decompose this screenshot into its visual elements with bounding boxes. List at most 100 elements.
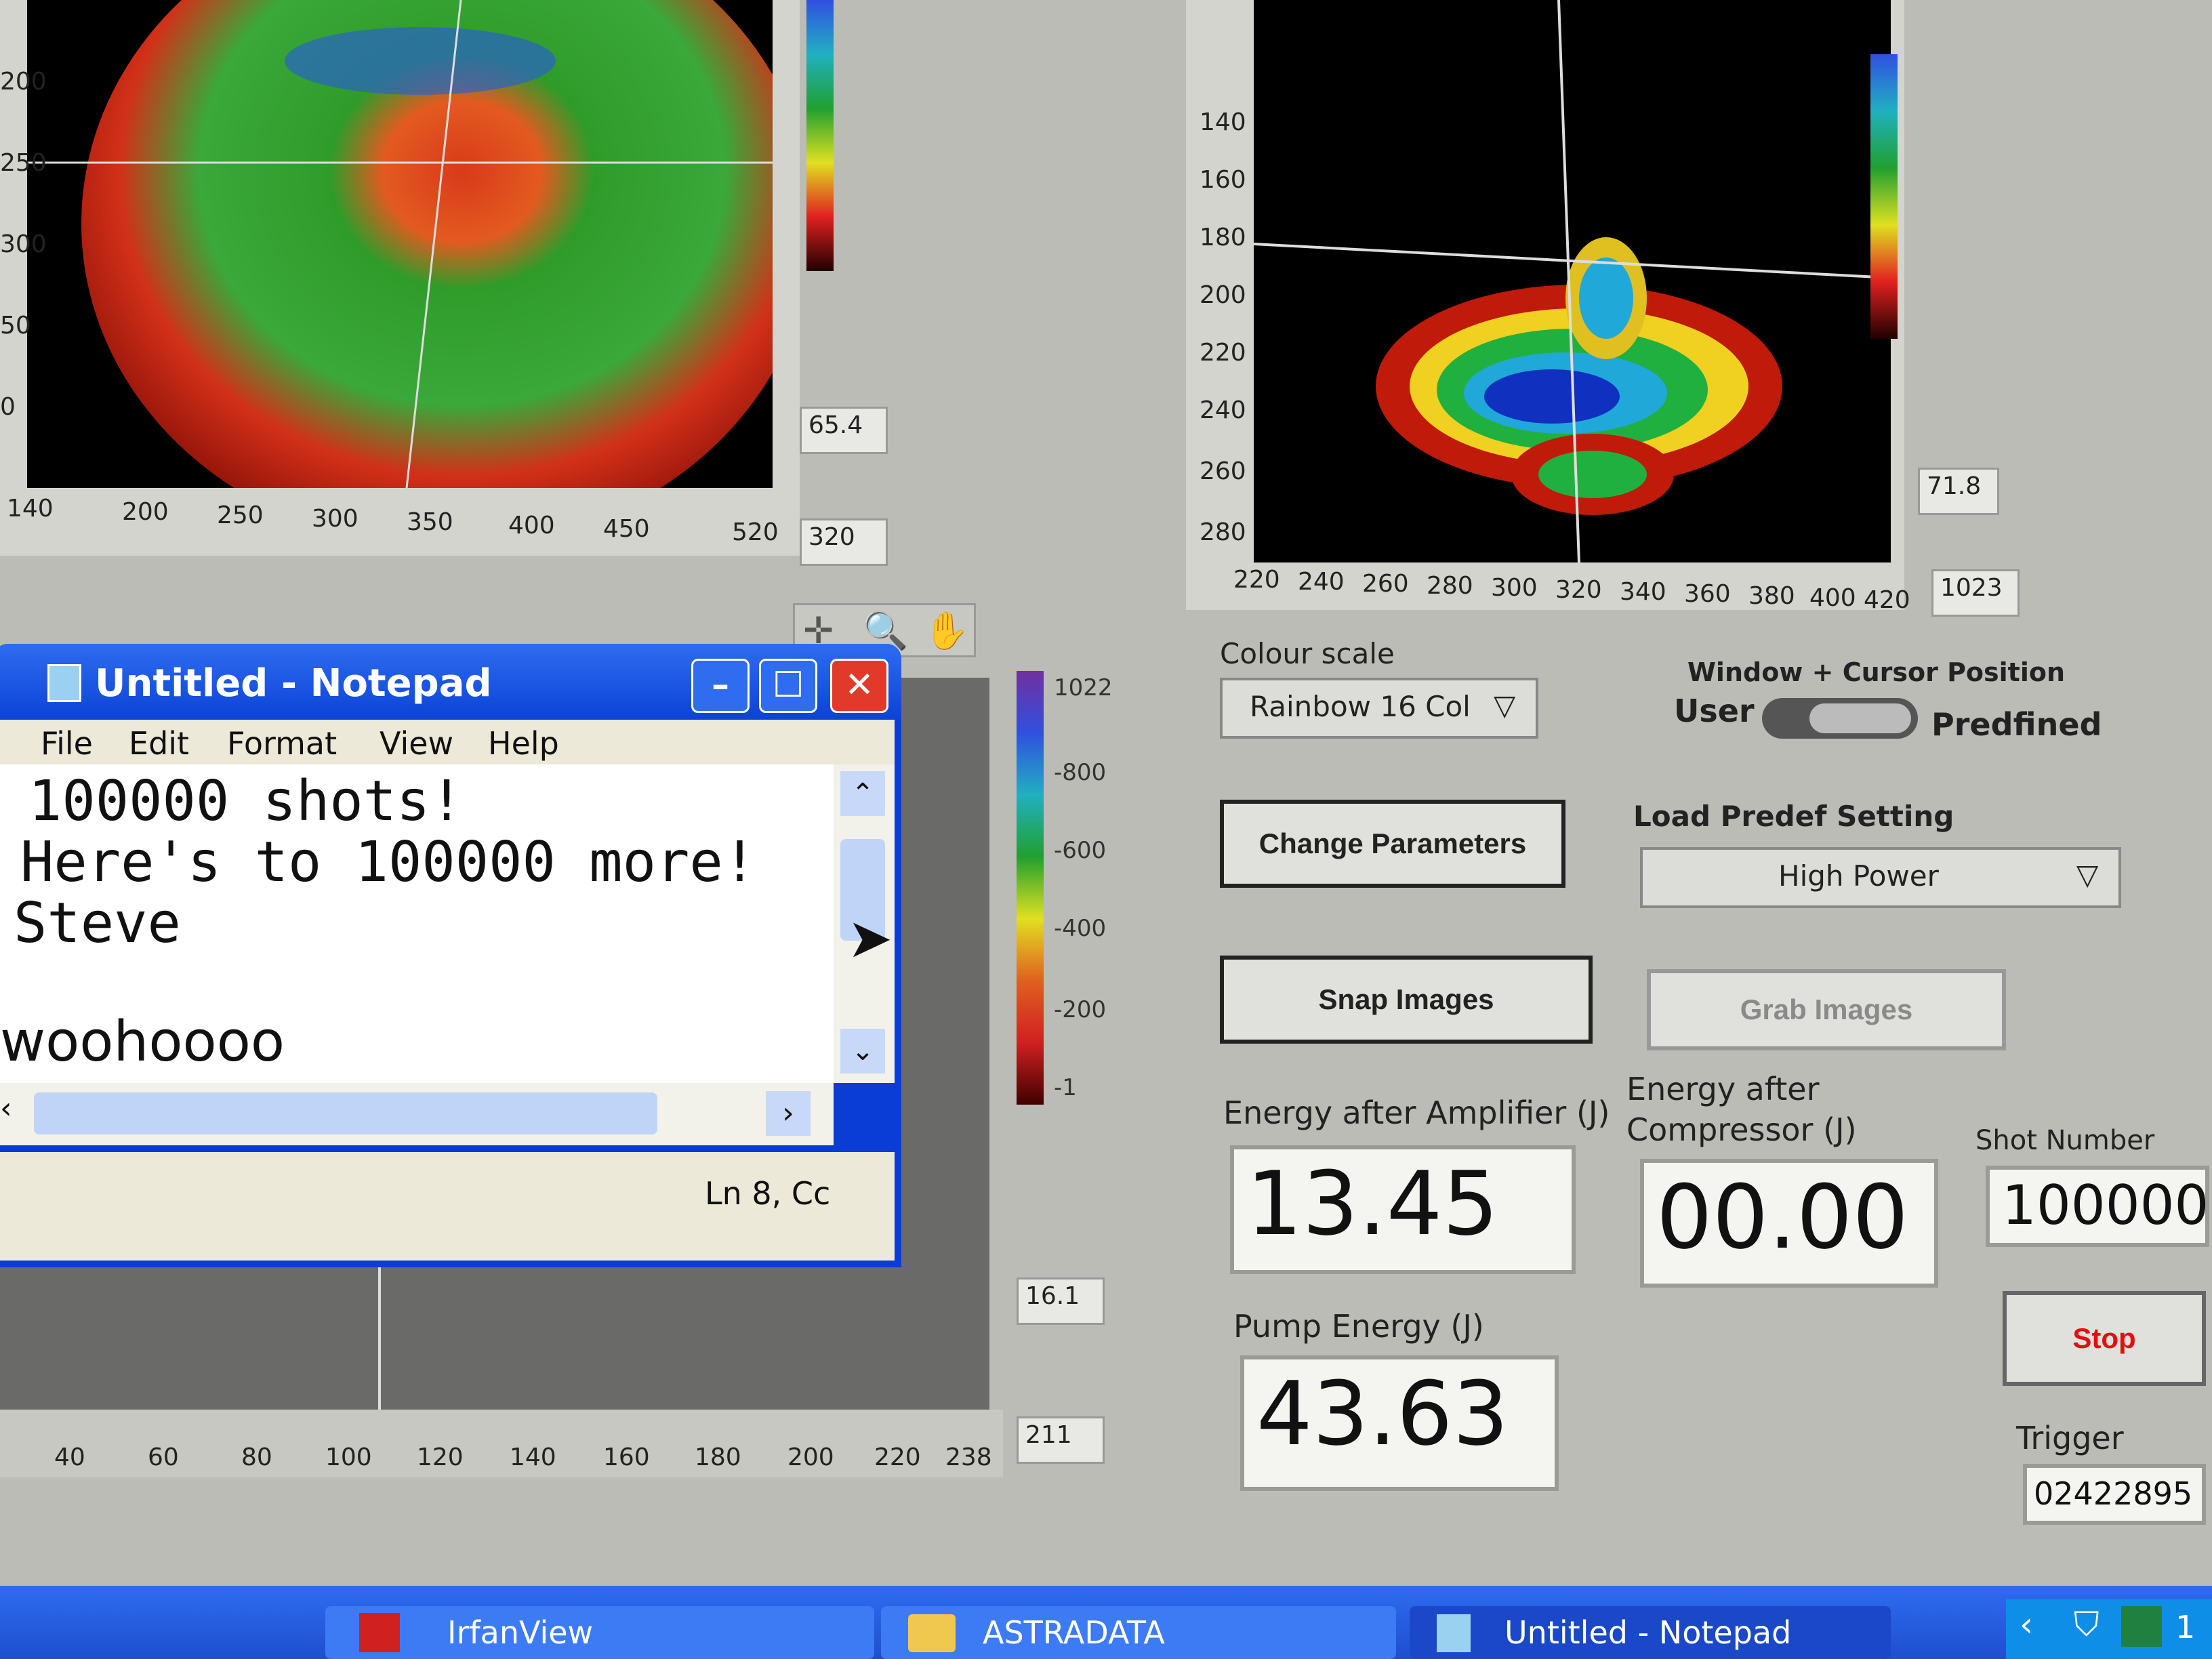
pump-energy-label: Pump Energy (J)	[1233, 1308, 1484, 1345]
notepad-text-area[interactable]: 100000 shots! Here's to 100000 more! Ste…	[0, 764, 834, 1083]
menu-format[interactable]: Format	[227, 725, 337, 762]
notepad-menu-bar: File Edit Format View Help	[0, 720, 895, 764]
minimize-button[interactable]: –	[691, 659, 750, 713]
left-x-tick: 200	[122, 498, 169, 526]
pan-tool-icon[interactable]: ✋	[924, 609, 969, 653]
notepad-window[interactable]: Untitled - Notepad – ☐ ✕ File Edit Forma…	[0, 644, 901, 1267]
load-predef-value: High Power	[1778, 859, 1939, 893]
text-line: woohoooo	[0, 1010, 285, 1074]
lower-colorbar	[1017, 671, 1044, 1105]
horizontal-scroll-thumb[interactable]	[34, 1092, 657, 1134]
left-x-tick: 140	[7, 495, 54, 523]
lower-colorbar-label: -200	[1054, 996, 1107, 1023]
toggle-user-label: User	[1674, 693, 1755, 729]
change-parameters-button[interactable]: Change Parameters	[1220, 800, 1565, 888]
window-cursor-label: Window + Cursor Position	[1687, 657, 2066, 687]
lower-x-tick: 120	[417, 1443, 464, 1471]
maximize-button[interactable]: ☐	[759, 659, 817, 713]
right-x-tick: 360	[1684, 580, 1731, 608]
grab-images-button[interactable]: Grab Images	[1647, 969, 2006, 1050]
menu-view[interactable]: View	[380, 725, 453, 762]
left-x-tick: 450	[603, 515, 650, 543]
trigger-display: 02422895	[2023, 1464, 2206, 1525]
energy-compressor-display: 00.00	[1640, 1159, 1938, 1288]
taskbar-item-notepad[interactable]: Untitled - Notepad	[1410, 1606, 1891, 1659]
irfanview-icon	[359, 1613, 400, 1652]
shot-number-label: Shot Number	[1975, 1125, 2155, 1156]
snap-images-button[interactable]: Snap Images	[1220, 956, 1593, 1044]
left-beam-profile	[27, 0, 773, 488]
left-y-tick: 0	[0, 393, 16, 421]
text-line: Here's to 100000 more!	[20, 830, 757, 895]
scroll-right-button[interactable]: ›	[766, 1091, 811, 1136]
left-x-tick: 300	[312, 505, 359, 533]
notepad-icon	[1437, 1614, 1471, 1652]
folder-icon	[908, 1614, 956, 1652]
left-readout-top: 65.4	[800, 407, 888, 454]
colour-scale-dropdown[interactable]: Rainbow 16 Col ▽	[1220, 678, 1538, 739]
load-predef-label: Load Predef Setting	[1633, 800, 1954, 833]
notepad-title: Untitled - Notepad	[95, 661, 492, 705]
energy-compressor-label-1: Energy after	[1626, 1071, 1820, 1107]
colour-scale-value: Rainbow 16 Col	[1250, 690, 1471, 723]
right-readout-top: 71.8	[1918, 468, 1999, 515]
energy-compressor-label-2: Compressor (J)	[1626, 1111, 1857, 1148]
right-x-tick: 260	[1362, 570, 1409, 598]
left-y-tick: 300	[0, 230, 47, 258]
shield-icon[interactable]: ⛉	[2074, 1605, 2100, 1645]
toggle-predefined-label: Predfined	[1931, 706, 2102, 743]
menu-edit[interactable]: Edit	[129, 725, 189, 762]
tray-expand-icon[interactable]: ‹	[2020, 1605, 2033, 1644]
right-x-tick: 400	[1809, 584, 1856, 612]
notepad-app-icon	[47, 664, 81, 702]
load-predef-dropdown[interactable]: High Power ▽	[1640, 847, 2121, 908]
left-colorbar	[806, 0, 834, 271]
text-line: Steve	[14, 891, 181, 956]
lower-colorbar-label: 1022	[1054, 674, 1113, 701]
lower-colorbar-label: -1	[1054, 1074, 1077, 1101]
right-x-tick: 300	[1491, 574, 1538, 602]
vertical-scrollbar[interactable]: ⌃ ➤ ⌄	[834, 764, 895, 1083]
toggle-knob[interactable]	[1809, 703, 1911, 733]
right-y-tick: 240	[1200, 396, 1246, 424]
right-y-tick: 180	[1200, 224, 1246, 251]
clock: 1	[2175, 1609, 2196, 1645]
right-x-tick: 240	[1298, 568, 1345, 596]
right-x-tick: 420	[1864, 586, 1910, 614]
menu-help[interactable]: Help	[488, 725, 559, 762]
cursor-position-status: Ln 8, Cc	[705, 1175, 831, 1212]
cursor-mode-toggle[interactable]	[1762, 698, 1918, 739]
chevron-down-icon: ▽	[2076, 858, 2099, 891]
right-x-tick: 220	[1233, 566, 1280, 594]
left-y-tick: 50	[0, 312, 31, 340]
right-colorbar	[1870, 54, 1898, 339]
scroll-down-button[interactable]: ⌄	[840, 1029, 885, 1073]
lower-readout-top: 16.1	[1017, 1277, 1105, 1325]
close-button[interactable]: ✕	[830, 659, 888, 713]
right-y-tick: 140	[1200, 108, 1246, 136]
lower-colorbar-label: -600	[1054, 837, 1107, 864]
left-x-tick: 400	[508, 512, 555, 539]
lower-x-tick: 160	[603, 1443, 650, 1471]
lower-plot-cursor-line	[378, 1267, 381, 1410]
lower-x-tick: 80	[241, 1443, 272, 1471]
energy-amplifier-label: Energy after Amplifier (J)	[1223, 1094, 1610, 1131]
left-y-tick: 250	[0, 149, 47, 177]
horizontal-scrollbar[interactable]: ‹ ›	[0, 1083, 834, 1145]
left-readout-bottom: 320	[800, 518, 888, 566]
notepad-title-bar[interactable]: Untitled - Notepad – ☐ ✕	[0, 644, 901, 720]
lower-x-tick: 40	[54, 1443, 85, 1471]
taskbar-item-irfanview[interactable]: IrfanView	[325, 1606, 874, 1659]
menu-file[interactable]: File	[41, 725, 93, 762]
left-image-panel: 140 200 250 300 350 400 450 520 200 250 …	[0, 0, 834, 556]
stop-button[interactable]: Stop	[2003, 1291, 2206, 1386]
left-x-tick: 520	[732, 518, 779, 546]
taskbar-item-label: Untitled - Notepad	[1504, 1614, 1792, 1651]
colour-scale-label: Colour scale	[1220, 637, 1395, 670]
vnc-icon[interactable]	[2121, 1606, 2162, 1647]
scroll-up-button[interactable]: ⌃	[840, 771, 885, 816]
shot-number-display: 100000	[1986, 1166, 2209, 1247]
right-x-tick: 280	[1427, 572, 1473, 600]
scroll-left-button[interactable]: ‹	[0, 1091, 27, 1136]
taskbar-item-astradata[interactable]: ASTRADATA	[881, 1606, 1396, 1659]
